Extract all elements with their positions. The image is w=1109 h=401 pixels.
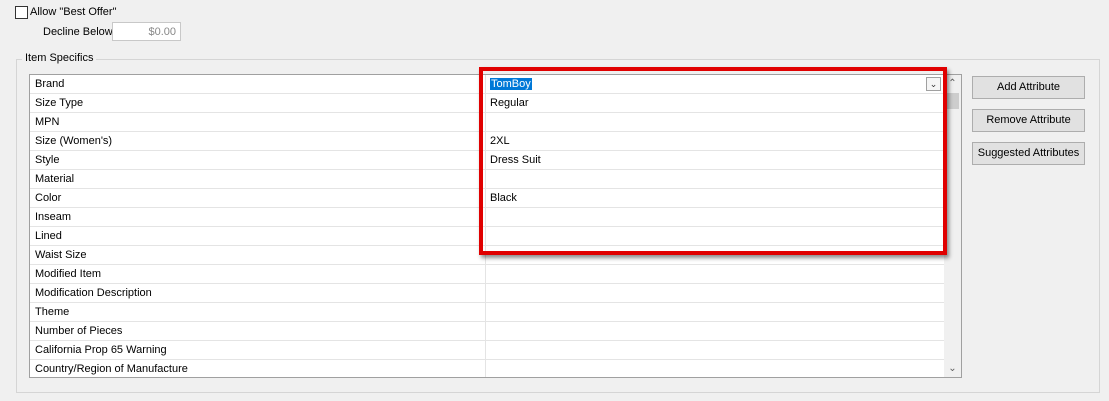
attribute-name-cell: California Prop 65 Warning (30, 341, 486, 360)
table-row[interactable]: California Prop 65 Warning (30, 341, 944, 360)
selected-value-text[interactable]: TomBoy (490, 78, 532, 90)
attribute-value-cell[interactable] (486, 208, 944, 227)
attribute-value-cell[interactable] (486, 246, 944, 265)
attribute-value-cell[interactable] (486, 113, 944, 132)
remove-attribute-button[interactable]: Remove Attribute (972, 109, 1085, 132)
decline-below-label: Decline Below (43, 26, 113, 38)
attribute-name-cell: Waist Size (30, 246, 486, 265)
attribute-value-cell[interactable]: Black (486, 189, 944, 208)
scrollbar-thumb[interactable] (946, 93, 959, 109)
table-row[interactable]: Style Dress Suit (30, 151, 944, 170)
attribute-name-cell: Size (Women's) (30, 132, 486, 151)
attribute-name-cell: Style (30, 151, 486, 170)
table-row[interactable]: Brand TomBoy ⌄ (30, 75, 944, 94)
table-row[interactable]: Theme (30, 303, 944, 322)
table-row[interactable]: Modified Item (30, 265, 944, 284)
table-row[interactable]: Inseam (30, 208, 944, 227)
table-row[interactable]: Modification Description (30, 284, 944, 303)
chevron-up-icon[interactable]: ⌃ (944, 75, 961, 92)
table-row[interactable]: Number of Pieces (30, 322, 944, 341)
chevron-down-icon[interactable]: ⌄ (926, 77, 941, 91)
attribute-value-cell[interactable] (486, 170, 944, 189)
table-row[interactable]: Waist Size (30, 246, 944, 265)
attribute-name-cell: Country/Region of Manufacture (30, 360, 486, 377)
attribute-name-cell: Number of Pieces (30, 322, 486, 341)
allow-best-offer-label: Allow "Best Offer" (30, 6, 117, 18)
attribute-value-cell[interactable] (486, 322, 944, 341)
attribute-value-cell[interactable] (486, 303, 944, 322)
attribute-name-cell: Color (30, 189, 486, 208)
attribute-value-cell[interactable] (486, 284, 944, 303)
table-row[interactable]: Size (Women's) 2XL (30, 132, 944, 151)
attribute-value-cell[interactable]: 2XL (486, 132, 944, 151)
attribute-name-cell: Inseam (30, 208, 486, 227)
attribute-value-cell[interactable] (486, 360, 944, 377)
attribute-name-cell: Material (30, 170, 486, 189)
attribute-name-cell: Theme (30, 303, 486, 322)
attribute-name-cell: MPN (30, 113, 486, 132)
decline-below-input[interactable]: $0.00 (112, 22, 181, 41)
attribute-value-cell[interactable] (486, 341, 944, 360)
attribute-value-cell[interactable]: Dress Suit (486, 151, 944, 170)
attribute-value-cell[interactable] (486, 265, 944, 284)
attribute-value-cell[interactable]: TomBoy ⌄ (486, 75, 944, 94)
table-row[interactable]: MPN (30, 113, 944, 132)
table-row[interactable]: Country/Region of Manufacture (30, 360, 944, 377)
attribute-name-cell: Brand (30, 75, 486, 94)
attribute-value-cell[interactable]: Regular (486, 94, 944, 113)
item-specifics-title: Item Specifics (22, 52, 97, 64)
attribute-name-cell: Modified Item (30, 265, 486, 284)
chevron-down-icon[interactable]: ⌄ (944, 360, 961, 377)
attribute-name-cell: Lined (30, 227, 486, 246)
attribute-name-cell: Size Type (30, 94, 486, 113)
attribute-name-cell: Modification Description (30, 284, 486, 303)
attribute-value-cell[interactable] (486, 227, 944, 246)
suggested-attributes-button[interactable]: Suggested Attributes (972, 142, 1085, 165)
allow-best-offer-checkbox[interactable] (15, 6, 28, 19)
table-row[interactable]: Color Black (30, 189, 944, 208)
add-attribute-button[interactable]: Add Attribute (972, 76, 1085, 99)
item-specifics-grid: Brand TomBoy ⌄ Size Type Regular MPN Size (Wom… (29, 74, 962, 378)
table-row[interactable]: Size Type Regular (30, 94, 944, 113)
table-row[interactable]: Material (30, 170, 944, 189)
table-row[interactable]: Lined (30, 227, 944, 246)
grid-scrollbar[interactable]: ⌃ ⌄ (944, 75, 961, 377)
